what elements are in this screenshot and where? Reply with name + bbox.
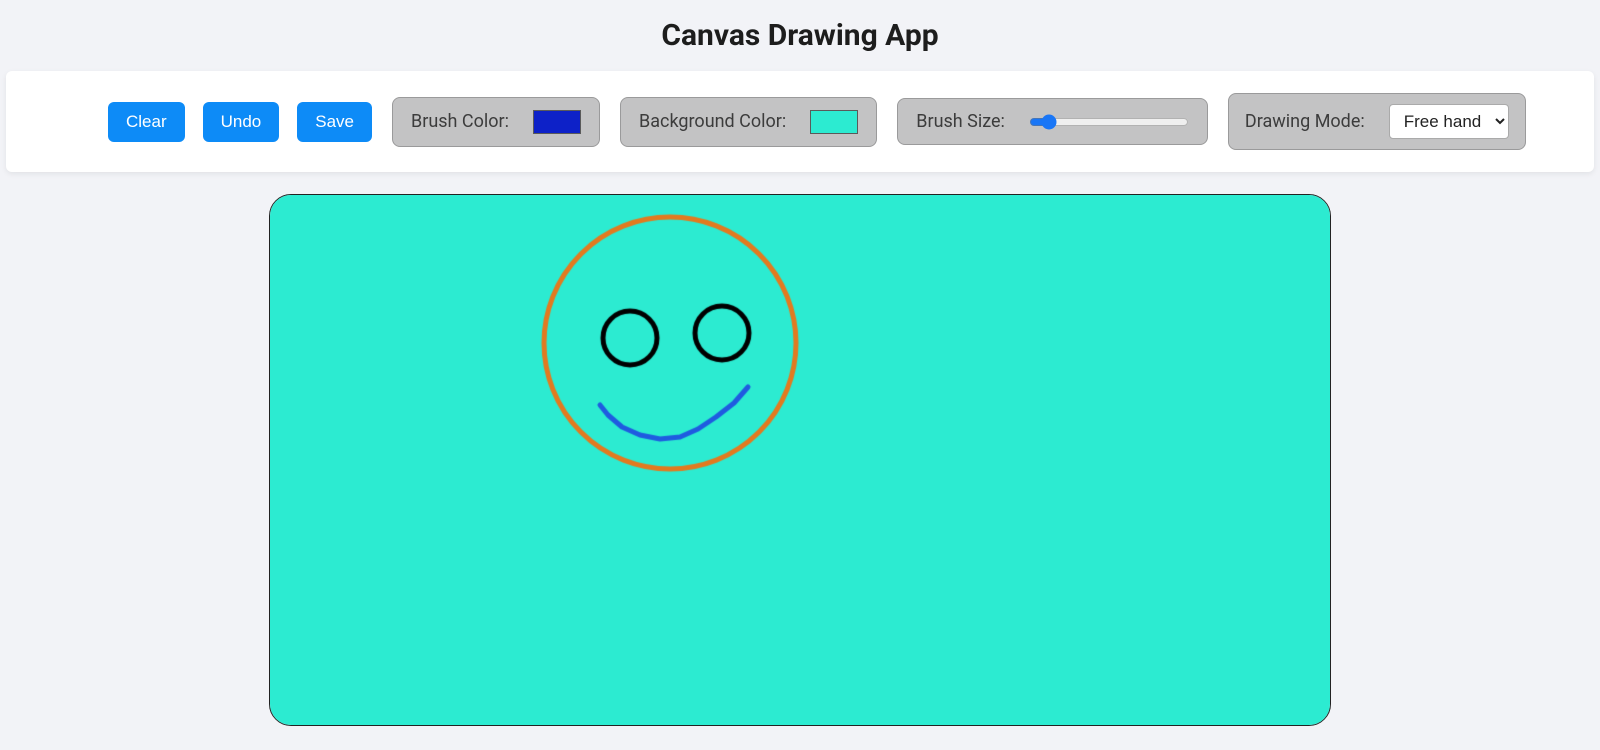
brush-color-control: Brush Color: [392,97,600,147]
brush-size-control: Brush Size: [897,98,1208,145]
action-buttons: Clear Undo Save [108,102,372,142]
clear-button[interactable]: Clear [108,102,185,142]
canvas-area [0,194,1600,726]
page-title: Canvas Drawing App [0,0,1600,63]
background-color-swatch[interactable] [810,110,858,134]
brush-color-swatch[interactable] [533,110,581,134]
drawing-canvas[interactable] [269,194,1331,726]
undo-button[interactable]: Undo [203,102,280,142]
background-color-control: Background Color: [620,97,877,147]
brush-size-slider[interactable] [1029,114,1189,130]
drawing-mode-control: Drawing Mode: Free hand [1228,93,1526,150]
save-button[interactable]: Save [297,102,372,142]
brush-color-label: Brush Color: [411,111,509,132]
drawing-mode-select[interactable]: Free hand [1389,104,1509,139]
toolbar: Clear Undo Save Brush Color: Background … [6,71,1594,172]
drawing-mode-label: Drawing Mode: [1245,111,1365,132]
background-color-label: Background Color: [639,111,786,132]
brush-size-label: Brush Size: [916,111,1005,132]
